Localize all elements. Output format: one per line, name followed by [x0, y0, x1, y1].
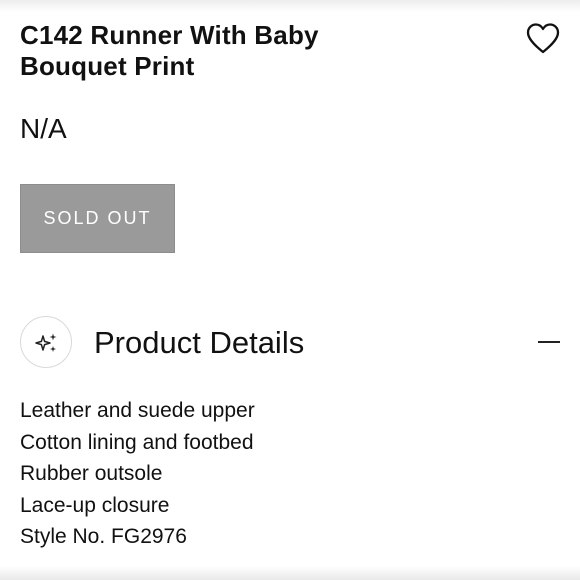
- product-details-header[interactable]: Product Details: [20, 315, 560, 371]
- product-page: C142 Runner With Baby Bouquet Print N/A …: [0, 0, 580, 580]
- bottom-edge-shadow: [0, 566, 580, 580]
- product-title-line-1: C142 Runner With Baby: [20, 20, 319, 50]
- product-title: C142 Runner With Baby Bouquet Print: [20, 20, 490, 82]
- details-list: Leather and suede upper Cotton lining an…: [20, 395, 255, 553]
- minus-icon[interactable]: [538, 341, 560, 343]
- product-price: N/A: [20, 113, 67, 144]
- heart-icon: [526, 23, 560, 54]
- product-title-line-2: Bouquet Print: [20, 51, 195, 81]
- details-heading: Product Details: [94, 325, 305, 360]
- list-item: Cotton lining and footbed: [20, 430, 254, 454]
- wishlist-button[interactable]: [524, 20, 562, 58]
- list-item: Lace-up closure: [20, 493, 170, 517]
- sold-out-button[interactable]: SOLD OUT: [20, 184, 175, 253]
- list-item: Style No. FG2976: [20, 525, 187, 548]
- list-item: Rubber outsole: [20, 462, 163, 485]
- details-icon-badge: [20, 316, 72, 368]
- top-edge-shadow: [0, 0, 580, 12]
- list-item: Leather and suede upper: [20, 399, 255, 422]
- sparkle-icon: [35, 333, 57, 352]
